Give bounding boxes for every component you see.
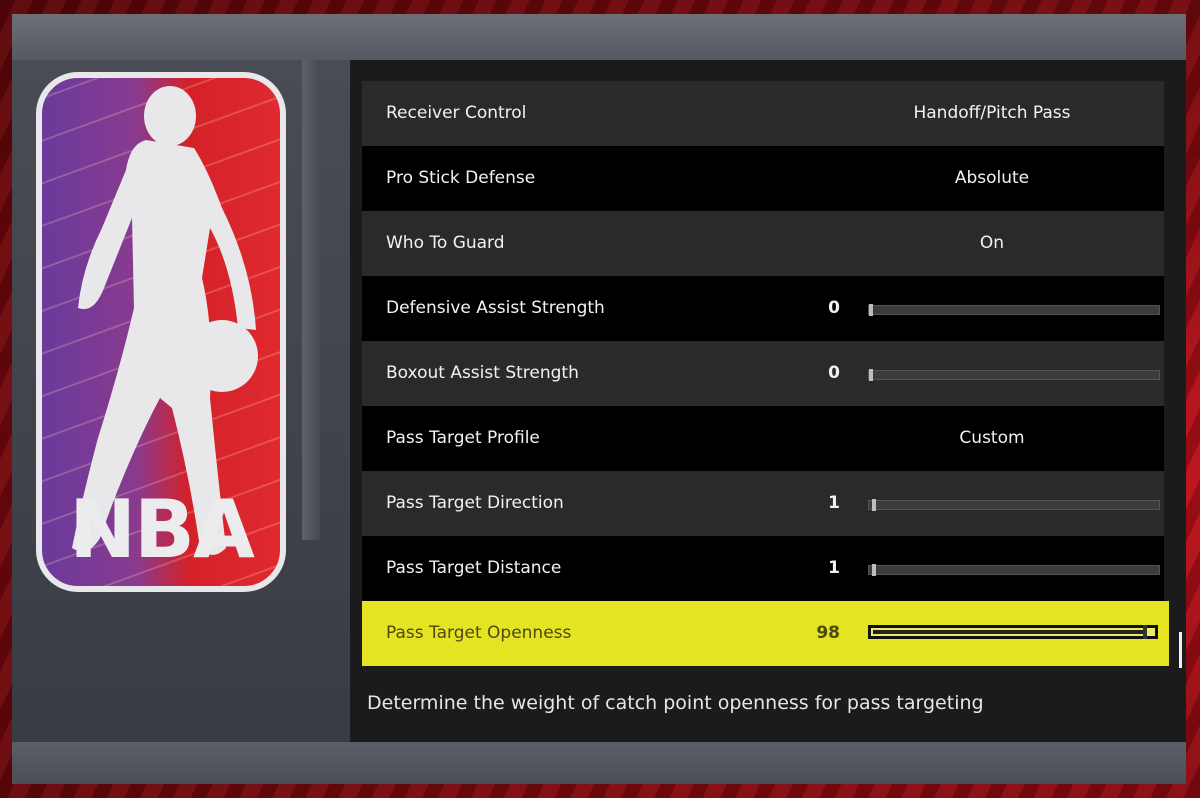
setting-label: Pro Stick Defense [386,168,536,188]
setting-value: Absolute [954,168,1030,188]
setting-slider[interactable] [868,564,1160,576]
setting-slider[interactable] [868,304,1160,316]
setting-label: Pass Target Profile [386,428,540,448]
settings-panel: Receiver Control Handoff/Pitch Pass Pro … [350,60,1186,742]
setting-slider[interactable] [868,499,1160,511]
setting-value: On [979,233,1005,253]
setting-number: 98 [816,623,840,643]
setting-number: 0 [828,363,840,383]
setting-label: Boxout Assist Strength [386,363,579,383]
setting-value: Custom [959,428,1025,448]
setting-row-pass-target-openness[interactable]: Pass Target Openness 98 [362,601,1169,666]
setting-row-pass-target-profile[interactable]: Pass Target Profile Custom [362,406,1164,471]
setting-label: Receiver Control [386,103,527,123]
setting-number: 1 [828,558,840,578]
setting-label: Defensive Assist Strength [386,298,605,318]
setting-label: Pass Target Distance [386,558,562,578]
setting-row-who-to-guard[interactable]: Who To Guard On [362,211,1164,276]
setting-label: Pass Target Direction [386,493,564,513]
setting-row-pass-target-distance[interactable]: Pass Target Distance 1 [362,536,1164,601]
nba-logo-text: NBA [69,483,255,576]
setting-label: Pass Target Openness [386,623,572,643]
setting-row-defensive-assist-strength[interactable]: Defensive Assist Strength 0 [362,276,1164,341]
slider-knob[interactable] [872,564,876,576]
slider-knob[interactable] [872,499,876,511]
setting-row-pass-target-direction[interactable]: Pass Target Direction 1 [362,471,1164,536]
settings-list: Receiver Control Handoff/Pitch Pass Pro … [362,81,1169,666]
setting-value: Handoff/Pitch Pass [913,103,1071,123]
setting-label: Who To Guard [386,233,505,253]
nba-logo-icon: NBA [36,72,286,592]
slider-knob[interactable] [1143,625,1147,639]
setting-slider[interactable] [868,369,1160,381]
setting-row-boxout-assist-strength[interactable]: Boxout Assist Strength 0 [362,341,1164,406]
bottom-bar [12,742,1186,784]
scroll-indicator[interactable] [1179,632,1182,668]
slider-knob[interactable] [869,304,873,316]
panel-divider [302,60,320,540]
slider-knob[interactable] [869,369,873,381]
top-bar [12,14,1186,61]
setting-number: 1 [828,493,840,513]
setting-row-pro-stick-defense[interactable]: Pro Stick Defense Absolute [362,146,1164,211]
setting-number: 0 [828,298,840,318]
slider-fill [873,630,1143,634]
setting-slider[interactable] [868,625,1158,639]
left-panel: NBA [12,60,350,742]
setting-row-receiver-control[interactable]: Receiver Control Handoff/Pitch Pass [362,81,1164,146]
setting-description: Determine the weight of catch point open… [367,692,984,714]
